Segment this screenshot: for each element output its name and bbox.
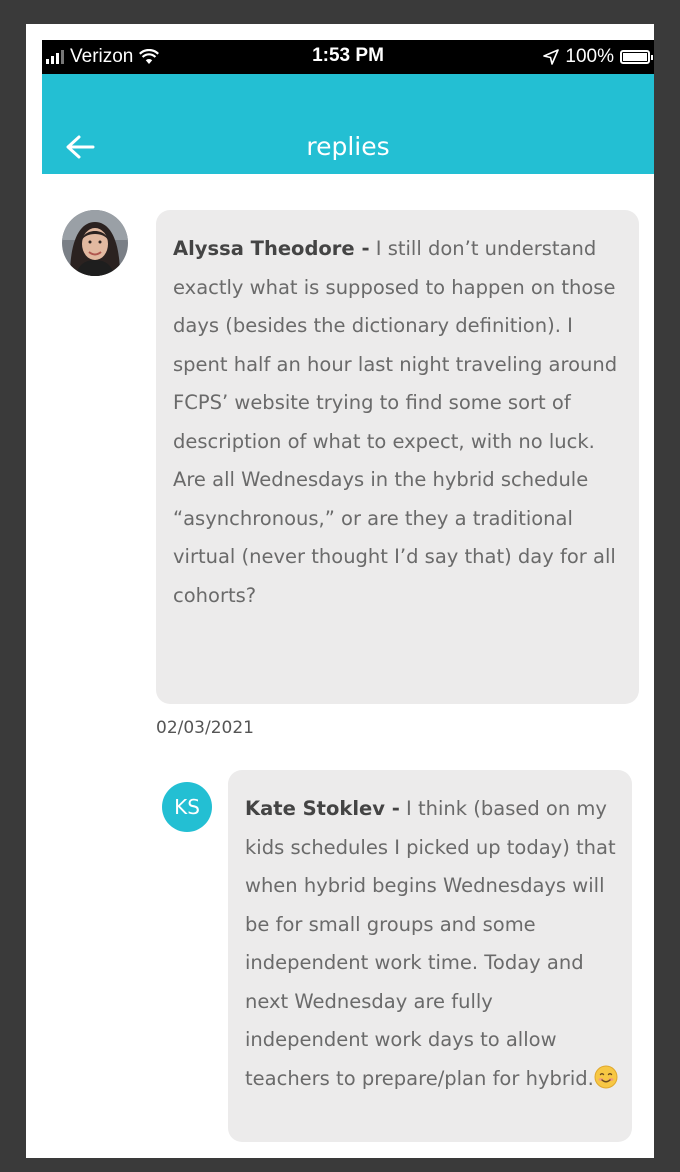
reply-avatar[interactable]: KS xyxy=(162,782,212,832)
page-title: replies xyxy=(306,132,390,161)
battery-percent: 100% xyxy=(565,46,614,67)
status-right: 100% xyxy=(543,46,653,68)
comment-text: I still don’t understand exactly what is… xyxy=(173,237,618,607)
battery-icon xyxy=(620,50,653,64)
reply-text: I think (based on my kids schedules I pi… xyxy=(245,797,616,1090)
smiling-face-icon xyxy=(594,1065,618,1088)
location-arrow-icon xyxy=(543,49,560,65)
screen: Verizon 1:53 PM 100% replies Alyssa Theo… xyxy=(26,24,654,1158)
comment-date: 02/03/2021 xyxy=(156,718,254,738)
profile-photo-icon xyxy=(62,210,128,276)
reply-bubble: Kate Stoklev - I think (based on my kids… xyxy=(228,770,632,1142)
comment-bubble: Alyssa Theodore - I still don’t understa… xyxy=(156,210,639,704)
avatar[interactable] xyxy=(62,210,128,276)
app-header: replies xyxy=(42,74,654,174)
comment-author[interactable]: Alyssa Theodore - xyxy=(173,237,370,260)
device-frame: Verizon 1:53 PM 100% replies Alyssa Theo… xyxy=(0,0,680,1172)
status-bar: Verizon 1:53 PM 100% xyxy=(42,40,654,74)
reply-author[interactable]: Kate Stoklev - xyxy=(245,797,400,820)
